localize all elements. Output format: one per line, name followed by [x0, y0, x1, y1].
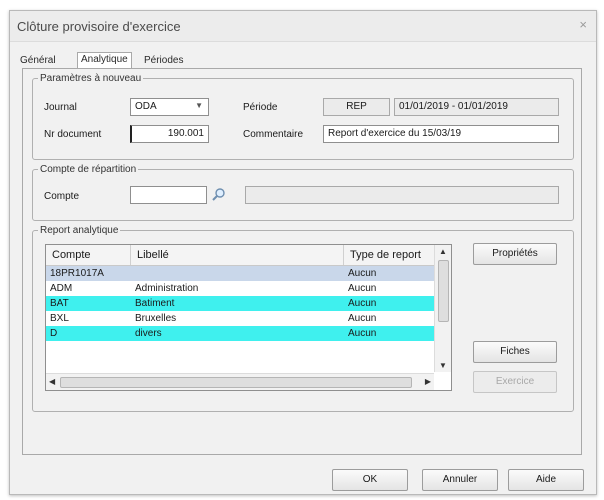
aide-button[interactable]: Aide	[508, 469, 584, 491]
cell-libelle: divers	[135, 328, 162, 339]
horizontal-scroll-thumb[interactable]	[60, 377, 412, 388]
exercice-button[interactable]: Exercice	[473, 371, 557, 393]
nrdoc-field[interactable]: 190.001	[130, 125, 209, 143]
table-row[interactable]: BAT Batiment Aucun	[46, 296, 434, 311]
compte-rep-legend: Compte de répartition	[40, 164, 137, 175]
grid-vertical-scrollbar[interactable]: ▲ ▼	[434, 245, 451, 372]
fiches-button[interactable]: Fiches	[473, 341, 557, 363]
col-header-compte[interactable]: Compte	[46, 245, 131, 265]
scroll-right-icon[interactable]: ▶	[425, 377, 431, 386]
cell-libelle: Bruxelles	[135, 313, 177, 324]
periode-dates-field[interactable]: 01/01/2019 - 01/01/2019	[394, 98, 559, 116]
cell-type: Aucun	[348, 298, 377, 309]
cell-libelle: Administration	[135, 283, 199, 294]
report-grid: Compte Libellé Type de report 18PR1017A …	[45, 244, 452, 391]
cell-type: Aucun	[348, 268, 377, 279]
cell-compte: D	[50, 328, 58, 339]
table-row[interactable]: D divers Aucun	[46, 326, 434, 341]
cell-compte: ADM	[50, 283, 73, 294]
title-bar[interactable]: Clôture provisoire d'exercice ×	[10, 11, 596, 42]
cell-compte: BAT	[50, 298, 69, 309]
compte-input[interactable]	[130, 186, 207, 204]
window-title: Clôture provisoire d'exercice	[17, 19, 181, 34]
cell-compte: BXL	[50, 313, 69, 324]
table-row[interactable]: BXL Bruxelles Aucun	[46, 311, 434, 326]
cell-libelle: Batiment	[135, 298, 175, 309]
journal-value: ODA	[135, 101, 157, 112]
periode-label: Période	[243, 102, 278, 113]
chevron-down-icon[interactable]: ▼	[195, 101, 203, 110]
magnifier-icon[interactable]	[210, 186, 228, 204]
journal-select[interactable]: ODA ▼	[130, 98, 209, 116]
params-legend: Paramètres à nouveau	[40, 73, 142, 84]
ok-button[interactable]: OK	[332, 469, 408, 491]
proprietes-button[interactable]: Propriétés	[473, 243, 557, 265]
col-header-type[interactable]: Type de report	[344, 245, 434, 265]
table-row[interactable]: 18PR1017A Aucun	[46, 266, 434, 281]
tab-periodes[interactable]: Périodes	[141, 54, 186, 69]
cell-type: Aucun	[348, 283, 377, 294]
grid-horizontal-scrollbar[interactable]: ◀ ▶	[46, 373, 434, 390]
annuler-button[interactable]: Annuler	[422, 469, 498, 491]
cell-type: Aucun	[348, 328, 377, 339]
dialog-window: Clôture provisoire d'exercice × Général …	[9, 10, 597, 495]
grid-header: Compte Libellé Type de report	[46, 245, 434, 266]
compte-label: Compte	[44, 191, 80, 202]
report-legend: Report analytique	[40, 225, 119, 236]
cell-libelle	[131, 266, 135, 281]
col-header-libelle[interactable]: Libellé	[131, 245, 344, 265]
cell-type: Aucun	[348, 313, 377, 324]
scroll-left-icon[interactable]: ◀	[49, 377, 55, 386]
cell-compte: 18PR1017A	[50, 268, 104, 279]
scroll-down-icon[interactable]: ▼	[439, 361, 447, 370]
comment-field[interactable]: Report d'exercice du 15/03/19	[323, 125, 559, 143]
scroll-up-icon[interactable]: ▲	[439, 247, 447, 256]
table-row[interactable]: ADM Administration Aucun	[46, 281, 434, 296]
compte-description-field	[245, 186, 559, 204]
params-group: Paramètres à nouveau	[32, 73, 574, 160]
vertical-scroll-thumb[interactable]	[438, 260, 449, 322]
periode-code-field[interactable]: REP	[323, 98, 390, 116]
close-icon[interactable]: ×	[579, 17, 587, 32]
nrdoc-label: Nr document	[44, 129, 102, 140]
journal-label: Journal	[44, 102, 77, 113]
tab-general[interactable]: Général	[17, 54, 59, 69]
comment-label: Commentaire	[243, 129, 304, 140]
